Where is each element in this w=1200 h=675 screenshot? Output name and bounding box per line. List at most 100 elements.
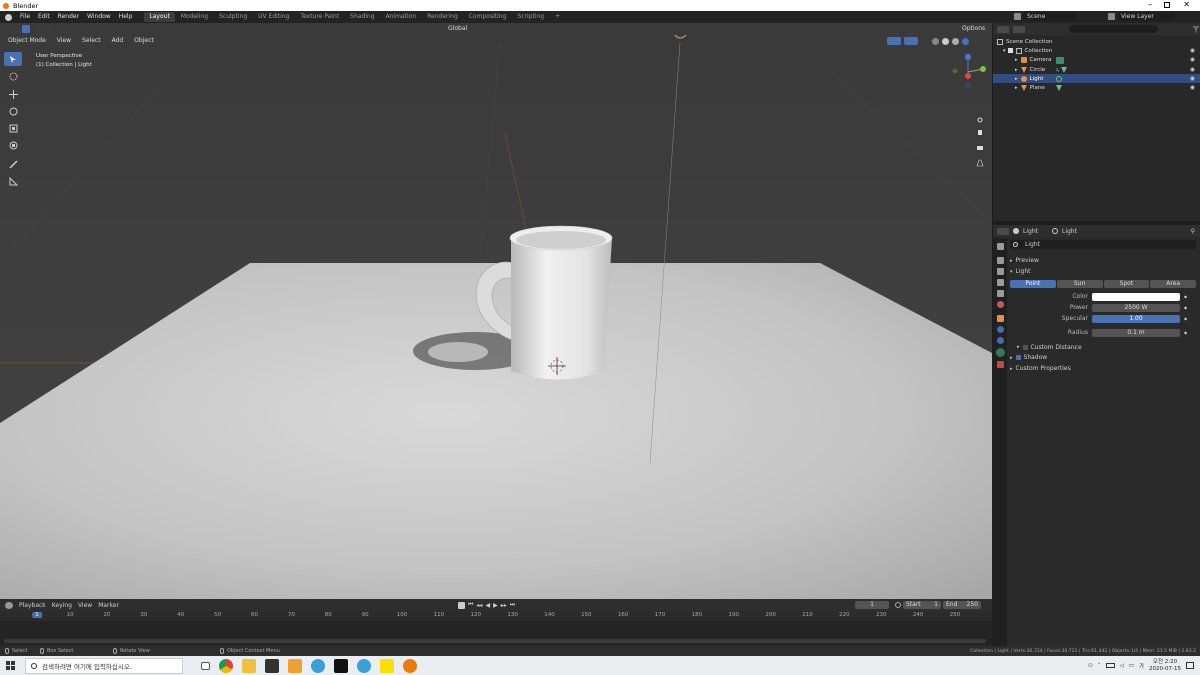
play-button[interactable]: ▶: [493, 602, 498, 609]
specular-slider[interactable]: 1.00: [1092, 314, 1180, 323]
zoom-view-icon[interactable]: [975, 115, 985, 125]
start-frame-field[interactable]: Start 1: [903, 601, 941, 609]
terminal-icon[interactable]: [334, 658, 348, 673]
notifications-icon[interactable]: [1186, 662, 1194, 669]
shadow-panel[interactable]: ▸ Shadow: [1010, 352, 1196, 363]
visibility-eye-icon[interactable]: ◉: [1190, 57, 1195, 63]
tree-item-collection[interactable]: ▾ Collection ◉: [993, 46, 1200, 55]
radius-field[interactable]: 0.1 m: [1092, 328, 1180, 337]
select-mode-subtract-icon[interactable]: [46, 25, 54, 33]
jump-end-button[interactable]: ⏭: [510, 601, 515, 609]
properties-editor-type-icon[interactable]: [997, 227, 1009, 235]
menu-render[interactable]: Render: [54, 11, 83, 23]
mail-icon[interactable]: [265, 658, 279, 673]
editor-type-icon[interactable]: [4, 25, 18, 33]
texture-tab-icon[interactable]: [996, 361, 1004, 368]
custom-properties-panel[interactable]: ▸ Custom Properties: [1010, 363, 1196, 374]
menu-help[interactable]: Help: [115, 11, 137, 23]
expand-arrow-icon[interactable]: ▸: [1015, 67, 1018, 73]
expand-arrow-icon[interactable]: ▸: [1015, 85, 1018, 91]
overlay-toggle-icon[interactable]: [904, 37, 918, 45]
edge-icon[interactable]: [311, 658, 325, 673]
person-icon[interactable]: ⚇: [1088, 663, 1093, 669]
minimize-button[interactable]: –: [1148, 0, 1152, 10]
maximize-button[interactable]: [1164, 2, 1170, 8]
xray-icon[interactable]: [921, 37, 929, 45]
timeline-scrollbar[interactable]: [4, 639, 986, 643]
light-type-sun[interactable]: Sun: [1056, 280, 1103, 288]
blender-taskbar-icon[interactable]: [403, 658, 417, 673]
custom-distance-panel[interactable]: ▸ Custom Distance: [1010, 342, 1196, 352]
tab-modeling[interactable]: Modeling: [176, 12, 213, 22]
taskbar-search-box[interactable]: 검색하려면 여기에 입력하십시오.: [25, 657, 183, 674]
tree-item-camera[interactable]: ▸ Camera ◉: [993, 56, 1200, 65]
select-mode-icon[interactable]: [22, 25, 30, 33]
add-workspace-button[interactable]: +: [550, 12, 565, 22]
expand-arrow-icon[interactable]: ▸: [1015, 76, 1018, 82]
exclude-checkbox[interactable]: [1007, 48, 1013, 54]
menu-file[interactable]: File: [16, 11, 34, 23]
wireframe-shading-icon[interactable]: [932, 37, 939, 45]
gizmo-z-icon[interactable]: [965, 54, 971, 60]
viewport-scene[interactable]: [0, 23, 992, 599]
pivot-point-icon[interactable]: [474, 25, 489, 33]
view-layer-tab-icon[interactable]: [996, 279, 1004, 286]
outliner-search-input[interactable]: [1068, 25, 1159, 33]
shadow-checkbox[interactable]: [1015, 355, 1021, 360]
ime-mode-icon[interactable]: 가: [1139, 662, 1144, 670]
marker-menu[interactable]: Marker: [98, 602, 119, 609]
tree-item-scene-collection[interactable]: Scene Collection: [993, 37, 1200, 46]
tab-animation[interactable]: Animation: [381, 12, 422, 22]
select-mode-extend-icon[interactable]: [34, 25, 42, 33]
annotate-tool-icon[interactable]: [4, 157, 22, 171]
visibility-eye-icon[interactable]: ◉: [1190, 76, 1195, 82]
rotate-tool-icon[interactable]: [4, 104, 22, 118]
keyframe-dot-icon[interactable]: ◆: [1184, 294, 1187, 299]
next-keyframe-button[interactable]: ▸▸: [501, 602, 507, 609]
outliner-editor-type-icon[interactable]: [997, 25, 1009, 33]
tab-sculpting[interactable]: Sculpting: [214, 12, 252, 22]
view-menu[interactable]: View: [52, 37, 76, 45]
timeline-editor-type-icon[interactable]: [5, 601, 13, 609]
gizmo-x-icon[interactable]: [965, 73, 971, 79]
custom-distance-checkbox[interactable]: [1022, 344, 1028, 350]
proportional-edit-icon[interactable]: [514, 25, 535, 33]
playback-menu[interactable]: Playback: [19, 602, 46, 609]
light-data-tab-icon[interactable]: [995, 348, 1005, 357]
select-menu[interactable]: Select: [78, 37, 105, 45]
visibility-icon[interactable]: [872, 37, 884, 45]
view-layer-selector[interactable]: View Layer: [1108, 12, 1174, 21]
world-tab-icon[interactable]: [996, 301, 1004, 308]
visibility-eye-icon[interactable]: ◉: [1190, 48, 1195, 54]
tab-scripting[interactable]: Scripting: [512, 12, 549, 22]
gizmo-y-icon[interactable]: [980, 66, 986, 72]
expand-arrow-icon[interactable]: ▸: [1015, 57, 1018, 63]
tab-texture-paint[interactable]: Texture Paint: [295, 12, 344, 22]
cursor-tool-icon[interactable]: [4, 69, 22, 83]
menu-window[interactable]: Window: [83, 11, 115, 23]
navigation-gizmo[interactable]: [947, 51, 989, 179]
keying-menu[interactable]: Keying: [52, 602, 72, 609]
task-view-icon[interactable]: [201, 661, 210, 670]
physics-tab-icon[interactable]: [996, 326, 1004, 333]
frame-ruler[interactable]: 1 10 20 30 40 50 60 70 80 90 100 110 120 130 140 150 160…: [0, 611, 992, 645]
solid-shading-icon[interactable]: [942, 37, 949, 45]
tool-tab-icon[interactable]: [996, 243, 1004, 250]
volume-icon[interactable]: ◁: [1120, 663, 1124, 669]
power-field[interactable]: 2500 W: [1092, 303, 1180, 312]
filter-icon[interactable]: [1192, 25, 1200, 33]
display-mode-icon[interactable]: [1012, 25, 1025, 33]
end-frame-field[interactable]: End 250: [943, 601, 981, 609]
move-tool-icon[interactable]: [4, 87, 22, 101]
light-panel-header[interactable]: ▾ Light: [1010, 266, 1196, 277]
tray-expand-icon[interactable]: ˄: [1098, 663, 1101, 669]
chrome-icon[interactable]: [219, 658, 233, 673]
file-explorer-icon[interactable]: [242, 658, 256, 673]
scene-selector[interactable]: Scene: [1014, 12, 1076, 21]
word-app-icon[interactable]: [357, 658, 371, 673]
measure-tool-icon[interactable]: [4, 174, 22, 188]
play-reverse-button[interactable]: ◀: [485, 602, 490, 609]
battery-icon[interactable]: [1105, 663, 1115, 668]
keyframe-dot-icon[interactable]: ◆: [1184, 305, 1187, 310]
tab-uv-editing[interactable]: UV Editing: [253, 12, 294, 22]
